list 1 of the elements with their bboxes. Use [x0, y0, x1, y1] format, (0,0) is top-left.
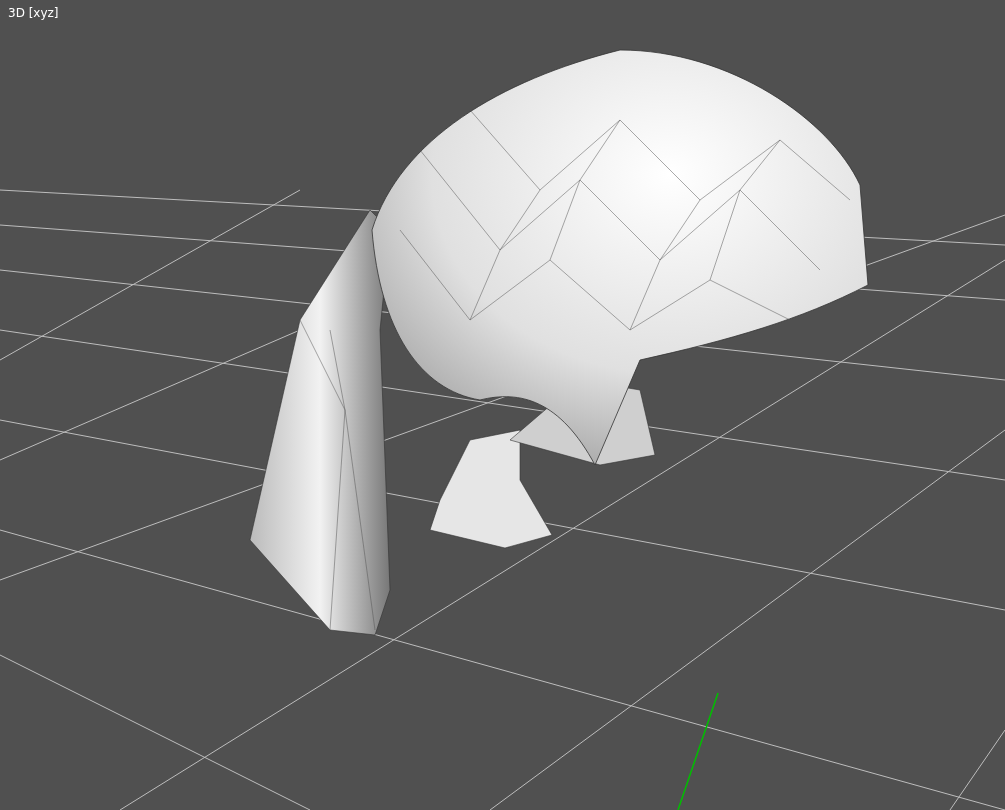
viewport-label: 3D [xyz]	[8, 5, 59, 22]
